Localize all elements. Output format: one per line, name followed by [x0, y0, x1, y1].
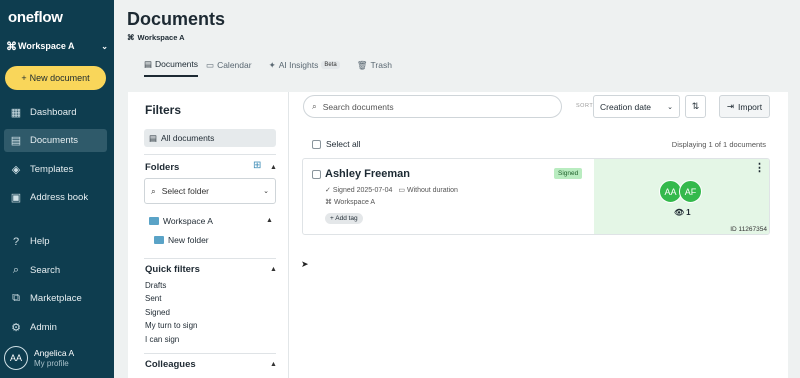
sort-select[interactable]: Creation date ⌄	[593, 95, 680, 118]
displaying-count: Displaying 1 of 1 documents	[671, 140, 766, 149]
address-book-icon: ▣	[10, 192, 22, 204]
sidebar-item-admin[interactable]: ⚙ Admin	[4, 316, 107, 339]
check-icon: ✓	[325, 187, 331, 194]
profile-menu[interactable]: AA Angelica A My profile	[4, 345, 108, 371]
sort-icon: ⇅	[691, 101, 700, 111]
tab-documents[interactable]: ▤ Documents	[144, 53, 199, 77]
search-input[interactable]: ⌕ Search documents	[303, 95, 562, 118]
sidebar: oneflow ⌘ Workspace A ⌄ + New document ▦…	[0, 0, 114, 378]
documents-icon: ▤	[144, 58, 153, 69]
main-panel: Filters ▤ All documents Folders ⊞ ▲ ⌕ Se…	[128, 92, 788, 378]
workspace-icon: ⌘	[325, 199, 332, 206]
folder-workspace-a[interactable]: Workspace A	[149, 216, 213, 226]
profile-name: Angelica A	[34, 348, 75, 358]
quick-filters-title: Quick filters	[145, 264, 200, 275]
mouse-cursor-icon: ➤	[301, 259, 309, 269]
filters-panel: Filters ▤ All documents Folders ⊞ ▲ ⌕ Se…	[128, 92, 289, 378]
document-name[interactable]: Ashley Freeman	[325, 168, 410, 180]
new-document-button[interactable]: + New document	[5, 66, 106, 90]
profile-subtitle: My profile	[34, 359, 69, 368]
folder-new-folder[interactable]: New folder	[154, 235, 209, 245]
sidebar-item-address-book[interactable]: ▣ Address book	[4, 186, 107, 209]
beta-badge: Beta	[321, 61, 340, 69]
calendar-icon: ▭	[398, 187, 406, 194]
divider	[144, 353, 276, 354]
sort-label: SORT	[576, 103, 594, 109]
sidebar-item-search[interactable]: ⌕ Search	[4, 259, 107, 282]
marketplace-icon: ⧉	[12, 292, 20, 304]
all-documents-filter[interactable]: ▤ All documents	[144, 129, 276, 147]
document-card[interactable]: Ashley Freeman Signed ✓ Signed 2025-07-0…	[302, 158, 770, 235]
colleagues-title: Colleagues	[145, 359, 196, 370]
chevron-down-icon: ⌄	[263, 188, 269, 195]
plus-icon: +	[21, 73, 27, 83]
add-folder-icon[interactable]: ⊞	[253, 160, 261, 171]
workspace-icon: ⌘	[6, 40, 17, 53]
sidebar-item-dashboard[interactable]: ▦ Dashboard	[4, 101, 107, 124]
admin-icon: ⚙	[11, 322, 21, 334]
participant-avatar: AF	[679, 180, 702, 203]
chevron-up-icon[interactable]: ▲	[270, 164, 277, 171]
sort-direction-button[interactable]: ⇅	[685, 95, 706, 118]
templates-icon: ◈	[11, 164, 21, 176]
documents-icon: ▤	[10, 135, 22, 147]
avatar: AA	[4, 346, 28, 370]
quick-filter-my-turn[interactable]: My turn to sign	[145, 321, 197, 330]
select-all-checkbox[interactable]: Select all	[312, 139, 361, 149]
calendar-icon: ▭	[206, 59, 215, 70]
page-title: Documents	[127, 9, 226, 29]
folders-title: Folders	[145, 162, 180, 173]
chevron-down-icon: ⌄	[667, 103, 673, 111]
quick-filter-i-can-sign[interactable]: I can sign	[145, 335, 179, 344]
tab-trash[interactable]: 🗑 Trash	[357, 53, 401, 77]
divider	[144, 258, 276, 259]
sidebar-item-documents[interactable]: ▤ Documents	[4, 129, 107, 152]
sidebar-item-help[interactable]: ? Help	[4, 230, 107, 253]
checkbox[interactable]	[312, 139, 321, 149]
quick-filter-signed[interactable]: Signed	[145, 308, 170, 317]
document-card-details: Ashley Freeman Signed ✓ Signed 2025-07-0…	[303, 159, 594, 234]
eye-icon: 👁	[674, 208, 685, 217]
document-meta: ✓ Signed 2025-07-04 ▭ Without duration	[325, 187, 458, 194]
help-icon: ?	[12, 235, 20, 248]
dashboard-icon: ▦	[10, 107, 22, 119]
sidebar-item-templates[interactable]: ◈ Templates	[4, 158, 107, 181]
oneflow-logo[interactable]: oneflow	[8, 9, 63, 26]
document-card-participants: AA AF 👁 1 ⋮ ID 11267354	[594, 159, 769, 234]
document-checkbox[interactable]	[312, 170, 321, 179]
chevron-up-icon[interactable]: ▲	[270, 266, 277, 273]
import-button[interactable]: ⇥ Import	[719, 95, 770, 118]
filters-title: Filters	[145, 103, 182, 117]
documents-icon: ▤	[149, 132, 158, 143]
folder-icon	[154, 236, 164, 244]
search-icon: ⌕	[151, 185, 156, 196]
search-icon: ⌕	[12, 264, 20, 276]
workspace-label: Workspace A	[18, 41, 75, 51]
quick-filter-sent[interactable]: Sent	[145, 294, 161, 303]
breadcrumb[interactable]: ⌘ Workspace A	[127, 33, 185, 42]
views-count: 👁 1	[674, 208, 691, 217]
chevron-down-icon: ⌄	[101, 41, 108, 51]
trash-icon: 🗑	[356, 59, 368, 70]
document-workspace: ⌘ Workspace A	[325, 199, 376, 206]
workspace-icon: ⌘	[127, 33, 135, 42]
select-folder-dropdown[interactable]: ⌕ Select folder ⌄	[144, 178, 276, 204]
sparkle-icon: ✦	[268, 59, 276, 70]
tab-bar: ▤ Documents ▭ Calendar ✦ AI Insights Bet…	[144, 53, 409, 77]
status-badge: Signed	[554, 168, 583, 179]
more-options-icon[interactable]: ⋮	[754, 161, 765, 174]
chevron-up-icon[interactable]: ▲	[266, 217, 273, 224]
document-id: ID 11267354	[730, 226, 767, 233]
workspace-switcher[interactable]: ⌘ Workspace A ⌄	[6, 39, 108, 53]
search-icon: ⌕	[312, 101, 317, 111]
divider	[144, 154, 276, 155]
chevron-up-icon[interactable]: ▲	[270, 361, 277, 368]
tab-calendar[interactable]: ▭ Calendar	[206, 53, 261, 77]
tab-ai-insights[interactable]: ✦ AI Insights Beta	[269, 53, 349, 77]
add-tag-button[interactable]: + Add tag	[325, 213, 363, 224]
sidebar-item-marketplace[interactable]: ⧉ Marketplace	[4, 287, 107, 310]
import-icon: ⇥	[726, 101, 735, 111]
folder-icon	[149, 217, 159, 225]
quick-filter-drafts[interactable]: Drafts	[145, 281, 166, 290]
